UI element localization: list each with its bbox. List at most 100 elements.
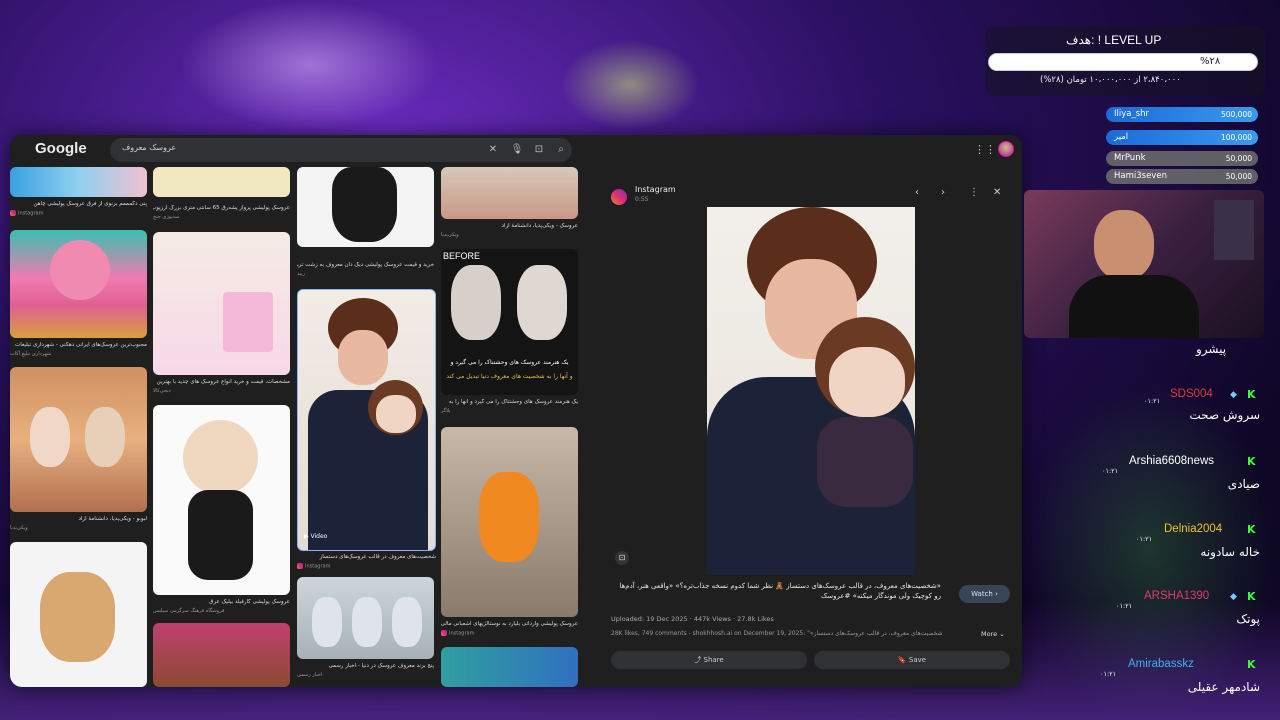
save-button[interactable]: 🔖 Save xyxy=(814,651,1010,669)
instagram-icon xyxy=(10,210,16,216)
result-source: فروشگاه فرهنگ سرگرمی سیلیس xyxy=(153,608,225,614)
image-result-selected[interactable]: ▶ Video xyxy=(297,289,436,551)
panel-duration: 0:55 xyxy=(635,196,649,203)
more-options-icon[interactable]: ⋮ xyxy=(969,187,979,198)
result-caption[interactable]: پنی دگمممم برنوی از فرق عروسک پولیشی چاه… xyxy=(10,201,147,207)
chat-text: پوتک xyxy=(1236,612,1260,626)
result-caption[interactable]: پنج برند معروف عروسک در دنیا - اخبار رسم… xyxy=(297,663,434,669)
streamer-face xyxy=(1094,210,1154,280)
panel-source[interactable]: Instagram xyxy=(635,185,676,194)
image-result[interactable] xyxy=(297,577,434,659)
before-label: BEFORE xyxy=(443,251,481,261)
chat-text: شادمهر عقیلی xyxy=(1187,680,1260,694)
result-caption[interactable]: مشخصات، قیمت و خرید انواع عروسک های چدید… xyxy=(153,379,290,385)
result-caption[interactable]: لبوبو - ویکی‌پدیا، دانشنامهٔ آزاد xyxy=(10,516,147,522)
chat-time: ۰۱:۲۱ xyxy=(1144,397,1161,405)
post-comment: 28K likes, 749 comments - shokhhosh.ai o… xyxy=(611,630,943,637)
doll-face-before xyxy=(451,265,501,340)
chat-time: ۰۱:۲۱ xyxy=(1102,467,1119,475)
result-source: ویکی‌پدیا xyxy=(10,525,28,531)
kick-icon: K xyxy=(1247,388,1256,401)
chat-username: SDS004 xyxy=(1170,388,1213,400)
image-result[interactable] xyxy=(153,623,290,687)
image-result[interactable] xyxy=(441,647,578,687)
image-result[interactable] xyxy=(153,167,290,197)
result-source: ربید xyxy=(297,271,305,277)
result-caption[interactable]: یک هنرمند عروسک های وحشتناک را می گیرد و… xyxy=(441,399,578,405)
result-caption[interactable]: عروسک پولیشی وارداتی بلیارد به نوستالژیه… xyxy=(441,621,578,627)
preview-image[interactable] xyxy=(707,207,915,575)
result-caption[interactable]: محبوب‌ترین عروسک‌های ایرانی دهکنی - شهرد… xyxy=(10,342,147,348)
search-input[interactable]: عروسک معروف xyxy=(122,143,176,152)
orange-duck-plush xyxy=(479,472,539,562)
search-icon[interactable]: ⌕ xyxy=(554,143,568,157)
doll-dress xyxy=(817,417,913,507)
result-source: Instagram xyxy=(441,630,474,637)
google-topbar: Google عروسک معروف ✕ 🎙 ⊡ ⌕ ⋮⋮⋮ xyxy=(10,135,1022,165)
image-result[interactable] xyxy=(10,230,147,338)
donor-row: امیر 100,000 xyxy=(1106,130,1258,145)
chat-time: ۰۱:۲۱ xyxy=(1116,602,1133,610)
result-source: اخبار رسمی xyxy=(297,672,323,678)
bunny-plush xyxy=(312,597,342,647)
result-source: دیجی‌کالا xyxy=(153,388,171,394)
doll-face xyxy=(376,395,416,433)
chat-time: ۰۱:۲۱ xyxy=(1100,670,1117,678)
post-description: «شخصیت‌های معروف، در قالب عروسک‌های دستس… xyxy=(619,582,941,600)
next-icon[interactable]: › xyxy=(941,187,945,198)
diamond-icon: ◆ xyxy=(1230,390,1237,400)
more-link[interactable]: More ⌄ xyxy=(981,630,1005,638)
search-box[interactable]: عروسک معروف ✕ 🎙 ⊡ ⌕ xyxy=(110,138,572,162)
google-logo[interactable]: Google xyxy=(35,140,87,157)
result-caption[interactable]: عروسک پولیشی گارفیلد بیلیک عرق xyxy=(153,599,290,605)
video-badge: ▶ Video xyxy=(304,533,328,540)
goal-title: هدف: ! LEVEL UP xyxy=(1066,33,1162,47)
image-result[interactable] xyxy=(10,167,147,197)
chat-title: پیشرو xyxy=(1196,342,1227,356)
meme-text: یک هنرمند عروسک های وحشتناک را می گیرد و xyxy=(450,359,569,366)
image-result[interactable] xyxy=(441,167,578,219)
close-icon[interactable]: ✕ xyxy=(993,187,1001,198)
teddy-bear xyxy=(40,572,115,662)
lens-icon[interactable]: ⊡ xyxy=(532,143,546,157)
background-crystal xyxy=(560,40,700,130)
result-caption[interactable]: شخصیت‌های معروف در قالب عروسک‌های دستساز xyxy=(297,554,436,560)
donor-row: Hami3seven 50,000 xyxy=(1106,169,1258,184)
chat-username: Amirabasskz xyxy=(1128,658,1194,670)
share-button[interactable]: ⤴ Share xyxy=(611,651,807,669)
bunny-plush xyxy=(352,597,382,647)
result-source: Instagram xyxy=(10,210,43,217)
image-result[interactable] xyxy=(10,542,147,687)
previous-icon[interactable]: ‹ xyxy=(915,187,919,198)
result-source: Instagram xyxy=(297,563,330,570)
labubu-doll xyxy=(30,407,70,467)
clear-icon[interactable]: ✕ xyxy=(486,143,500,157)
watch-button[interactable]: Watch › xyxy=(959,585,1010,603)
mic-icon[interactable]: 🎙 xyxy=(510,143,524,157)
account-avatar[interactable] xyxy=(998,141,1014,157)
chat-username: Delnia2004 xyxy=(1164,523,1223,535)
bunny-plush xyxy=(392,597,422,647)
chat-text: خاله سادونه xyxy=(1200,545,1260,559)
image-result[interactable] xyxy=(441,427,578,617)
result-caption[interactable]: خرید و قیمت عروسک پولیشی دیگ دان معروف ب… xyxy=(297,262,434,268)
chat-username: ARSHA1390 xyxy=(1144,590,1210,602)
image-result[interactable] xyxy=(153,405,290,595)
result-caption[interactable]: عروسک پولیشی پرواز پشه‌رق 65 سانتی متری … xyxy=(153,205,290,211)
image-result[interactable] xyxy=(297,167,434,247)
donor-row: MrPunk 50,000 xyxy=(1106,151,1258,166)
kick-icon: K xyxy=(1247,590,1256,603)
image-result[interactable] xyxy=(10,367,147,512)
instagram-icon xyxy=(611,189,627,205)
browser-window: Google عروسک معروف ✕ 🎙 ⊡ ⌕ ⋮⋮⋮ پنی دگممم… xyxy=(10,135,1022,687)
chat-text: صیادی xyxy=(1227,477,1260,491)
image-result[interactable]: BEFORE یک هنرمند عروسک های وحشتناک را می… xyxy=(441,249,578,395)
kick-icon: K xyxy=(1247,523,1256,536)
lens-search-icon[interactable]: ⊡ xyxy=(615,551,629,565)
boss-baby-suit xyxy=(188,490,253,580)
result-source: ویکی‌پدیا xyxy=(441,232,459,238)
toy-box xyxy=(223,292,273,352)
instagram-icon xyxy=(297,563,303,569)
result-caption[interactable]: عروسک - ویکی‌پدیا، دانشنامهٔ آزاد xyxy=(441,223,579,229)
image-result[interactable] xyxy=(153,232,290,375)
